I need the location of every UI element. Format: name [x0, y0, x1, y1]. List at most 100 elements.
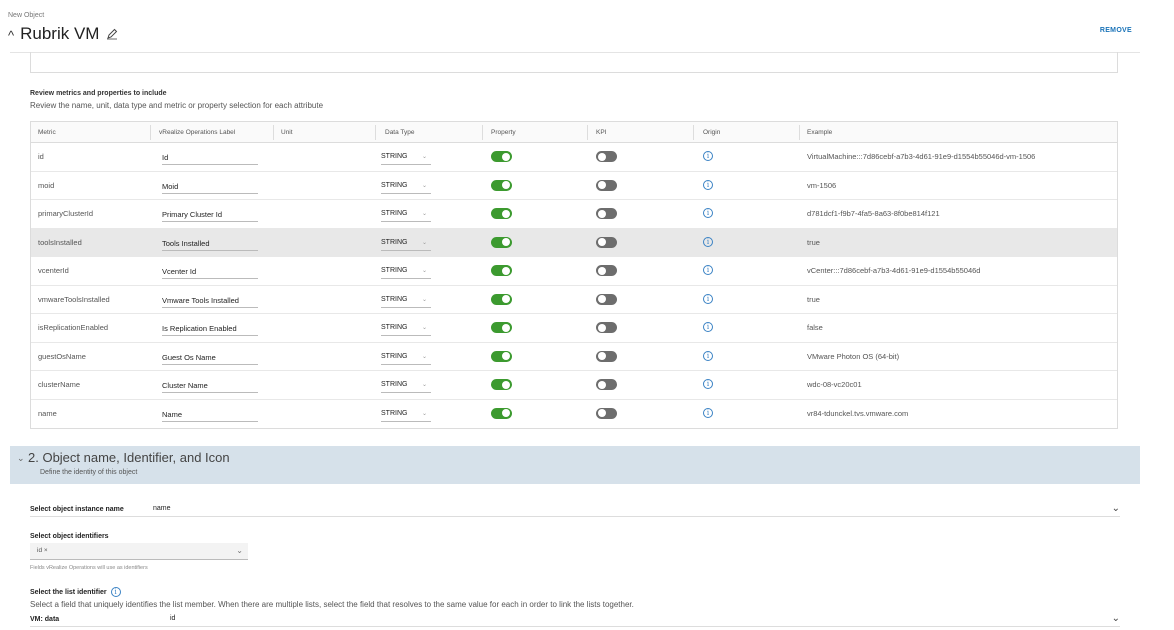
data-type-select[interactable]: STRING ⌄ [381, 293, 431, 308]
label-input[interactable]: Primary Cluster Id [162, 207, 258, 222]
origin-info-icon[interactable]: i [703, 151, 713, 161]
col-kpi[interactable]: KPI [596, 129, 606, 136]
label-input[interactable]: Moid [162, 179, 258, 194]
info-icon[interactable]: i [110, 587, 121, 597]
property-toggle[interactable] [491, 208, 512, 219]
page-title: Rubrik VM [20, 24, 100, 43]
chevron-down-icon: ⌄ [421, 211, 427, 217]
origin-info-icon[interactable]: i [703, 407, 713, 418]
property-toggle[interactable] [491, 379, 512, 390]
label-input[interactable]: Is Replication Enabled [162, 321, 258, 336]
metric-name: clusterName [38, 380, 81, 389]
col-origin[interactable]: Origin [703, 129, 720, 136]
data-type-select[interactable]: STRING ⌄ [381, 321, 431, 336]
example-value: VirtualMachine:::7d86cebf-a7b3-4d61-91e9… [807, 152, 1036, 161]
chevron-down-icon: ⌄ [421, 410, 427, 417]
chip-remove-icon[interactable]: × [44, 547, 48, 554]
data-type-select[interactable]: STRING ⌄ [381, 179, 431, 194]
example-value: VMware Photon OS (64-bit) [807, 351, 900, 361]
remove-button[interactable]: REMOVE [1100, 27, 1132, 34]
vm-data-select[interactable]: VM: data id ⌄ [30, 613, 1120, 627]
object-title-row: ^ Rubrik VM [8, 24, 118, 44]
vm-data-value[interactable]: id [170, 615, 175, 622]
property-toggle[interactable] [491, 350, 512, 362]
list-identifier-label-row: Select the list identifier i [30, 587, 121, 597]
col-metric[interactable]: Metric [38, 129, 56, 136]
metric-name: name [38, 408, 57, 418]
label-input[interactable]: Tools Installed [162, 236, 258, 251]
kpi-toggle[interactable] [596, 322, 617, 333]
edit-pencil-icon[interactable] [106, 28, 118, 40]
identifier-chip[interactable]: id × [37, 547, 48, 554]
data-type-select[interactable]: STRING ⌄ [381, 150, 431, 165]
review-subtitle: Review the name, unit, data type and met… [30, 101, 324, 110]
table-row: toolsInstalled Tools Installed STRING ⌄ i tru… [31, 228, 1117, 257]
collapse-caret-icon[interactable]: ^ [8, 28, 14, 43]
data-type-select[interactable]: STRING ⌄ [381, 407, 431, 422]
col-unit[interactable]: Unit [281, 129, 293, 136]
label-input[interactable]: Guest Os Name [162, 350, 258, 365]
metric-name: guestOsName [38, 351, 86, 361]
chevron-down-icon: ⌄ [421, 296, 427, 303]
identifiers-multiselect[interactable]: id × ⌄ [30, 543, 248, 560]
origin-info-icon[interactable]: i [703, 265, 713, 275]
data-type-select[interactable]: STRING ⌄ [381, 350, 431, 365]
kpi-toggle[interactable] [596, 293, 617, 305]
origin-info-icon[interactable]: i [703, 322, 713, 332]
kpi-toggle[interactable] [596, 407, 617, 419]
example-value: wdc-08-vc20c01 [807, 380, 862, 389]
chevron-down-icon[interactable]: ⌄ [1112, 613, 1120, 624]
instance-name-label: Select object instance name [30, 506, 124, 513]
origin-info-icon[interactable]: i [703, 379, 713, 389]
data-type-select[interactable]: STRING ⌄ [381, 264, 431, 279]
kpi-toggle[interactable] [596, 265, 617, 276]
data-type-select[interactable]: STRING ⌄ [381, 378, 431, 393]
label-input[interactable]: Vcenter Id [162, 264, 258, 279]
example-value: false [807, 323, 823, 332]
property-toggle[interactable] [491, 236, 512, 248]
label-input[interactable]: Vmware Tools Installed [162, 293, 258, 308]
col-property[interactable]: Property [491, 129, 516, 136]
metric-name: isReplicationEnabled [38, 323, 109, 332]
data-type-select[interactable]: STRING ⌄ [381, 236, 431, 251]
col-label[interactable]: vRealize Operations Label [159, 129, 235, 136]
instance-name-value[interactable]: name [153, 505, 171, 512]
col-data-type[interactable]: Data Type [385, 129, 415, 136]
label-input[interactable]: Name [162, 407, 258, 422]
table-row: moid Moid STRING ⌄ i vm-1506 [31, 172, 1117, 200]
kpi-toggle[interactable] [596, 151, 617, 162]
kpi-toggle[interactable] [596, 179, 617, 191]
example-value: true [807, 237, 820, 247]
origin-info-icon[interactable]: i [703, 236, 713, 247]
list-identifier-label: Select the list identifier [30, 588, 107, 596]
chevron-down-icon[interactable]: ⌄ [1112, 503, 1120, 514]
property-toggle[interactable] [491, 293, 512, 305]
property-toggle[interactable] [491, 179, 512, 191]
chevron-down-icon: ⌄ [421, 268, 427, 274]
kpi-toggle[interactable] [596, 379, 617, 390]
data-type-select[interactable]: STRING ⌄ [381, 207, 431, 222]
chevron-down-icon[interactable]: ⌄ [17, 453, 25, 464]
property-toggle[interactable] [491, 322, 512, 333]
origin-info-icon[interactable]: i [703, 179, 713, 190]
origin-info-icon[interactable]: i [703, 350, 713, 361]
section-object-identity[interactable]: ⌄ 2. Object name, Identifier, and Icon D… [10, 446, 1140, 484]
table-row: clusterName Cluster Name STRING ⌄ i wdc-08-vc… [31, 371, 1117, 400]
property-toggle[interactable] [491, 407, 512, 419]
property-toggle[interactable] [491, 265, 512, 276]
chevron-down-icon: ⌄ [421, 239, 427, 246]
kpi-toggle[interactable] [596, 350, 617, 362]
chevron-down-icon: ⌄ [421, 382, 427, 388]
kpi-toggle[interactable] [596, 208, 617, 219]
label-input[interactable]: Id [162, 150, 258, 165]
chevron-down-icon[interactable]: ⌄ [236, 546, 243, 555]
col-example[interactable]: Example [807, 129, 832, 136]
label-input[interactable]: Cluster Name [162, 378, 258, 393]
origin-info-icon[interactable]: i [703, 208, 713, 218]
kpi-toggle[interactable] [596, 236, 617, 248]
section2-title: 2. Object name, Identifier, and Icon [28, 450, 230, 465]
instance-name-select[interactable]: Select object instance name name ⌄ [30, 503, 1120, 517]
origin-info-icon[interactable]: i [703, 293, 713, 304]
property-toggle[interactable] [491, 151, 512, 162]
identifiers-label: Select object identifiers [30, 533, 109, 540]
